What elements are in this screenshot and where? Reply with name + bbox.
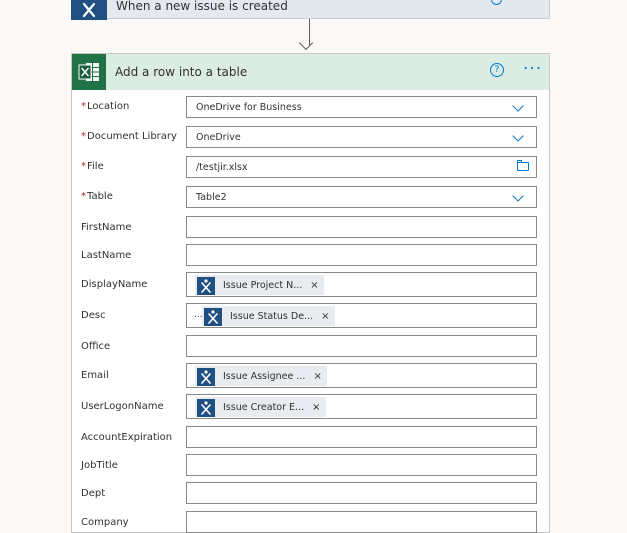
action-title: Add a row into a table (115, 65, 248, 79)
remove-token-icon[interactable]: × (310, 280, 318, 291)
jobtitle-input[interactable] (186, 454, 537, 476)
location-dropdown[interactable]: OneDrive for Business (186, 96, 537, 118)
token-label: Issue Assignee ... (223, 370, 306, 382)
field-label: *Location (81, 101, 130, 112)
trigger-card[interactable]: When a new issue is created ··· (71, 0, 550, 20)
jira-icon (197, 367, 215, 386)
action-header[interactable]: Add a row into a table ? ··· (72, 54, 549, 90)
help-icon[interactable]: ? (490, 63, 504, 77)
remove-token-icon[interactable]: × (321, 311, 329, 322)
field-label: Dept (81, 488, 106, 499)
field-label: *Document Library (81, 131, 177, 142)
field-label: Email (81, 370, 109, 381)
firstname-input[interactable] (186, 216, 537, 238)
field-label: Company (81, 517, 129, 528)
dynamic-content-token[interactable]: Issue Creator E... × (195, 397, 326, 417)
company-input[interactable] (186, 511, 537, 533)
desc-input[interactable]: ... Issue Status De... × (186, 303, 537, 328)
field-value: OneDrive (196, 132, 241, 143)
field-label: DisplayName (81, 279, 148, 290)
dynamic-content-token[interactable]: Issue Project N... × (195, 275, 324, 295)
field-label: JobTitle (81, 460, 118, 471)
remove-token-icon[interactable]: × (313, 371, 321, 382)
field-label: FirstName (81, 222, 132, 233)
dynamic-content-token[interactable]: Issue Status De... × (202, 306, 335, 326)
document-library-dropdown[interactable]: OneDrive (186, 126, 537, 148)
field-label: *File (81, 161, 104, 172)
accountexpiration-input[interactable] (186, 426, 537, 448)
chevron-down-icon[interactable] (512, 130, 524, 142)
more-options-icon[interactable]: ··· (523, 59, 542, 79)
lastname-input[interactable] (186, 244, 537, 266)
field-value: OneDrive for Business (196, 102, 302, 113)
dynamic-content-token[interactable]: Issue Assignee ... × (195, 366, 327, 386)
folder-icon[interactable] (517, 160, 529, 171)
field-label: LastName (81, 250, 132, 261)
displayname-input[interactable]: Issue Project N... × (186, 272, 537, 297)
chevron-down-icon[interactable] (512, 190, 524, 202)
jira-icon (71, 0, 107, 20)
email-input[interactable]: Issue Assignee ... × (186, 363, 537, 388)
office-input[interactable] (186, 335, 537, 357)
excel-icon (72, 54, 106, 90)
action-card: Add a row into a table ? ··· *Location O… (71, 53, 550, 533)
token-label: Issue Project N... (223, 279, 303, 291)
dept-input[interactable] (186, 482, 537, 504)
trigger-title: When a new issue is created (116, 0, 288, 13)
userlogonname-input[interactable]: Issue Creator E... × , (186, 394, 537, 419)
jira-icon (197, 398, 215, 417)
jira-icon (204, 307, 222, 326)
field-label: *Table (81, 191, 113, 202)
field-label: Office (81, 341, 111, 352)
field-value: Table2 (196, 192, 227, 203)
field-label: AccountExpiration (81, 432, 173, 443)
file-input[interactable]: /testjir.xlsx (186, 156, 537, 178)
text-suffix: , (314, 401, 317, 411)
chevron-down-icon[interactable] (512, 100, 524, 112)
trigger-more-icon[interactable]: ··· (522, 0, 540, 4)
jira-icon (197, 276, 215, 295)
trigger-help-icon[interactable] (491, 0, 502, 5)
table-dropdown[interactable]: Table2 (186, 186, 537, 208)
field-value: /testjir.xlsx (196, 162, 248, 173)
arrow-down-icon (298, 35, 314, 51)
field-label: Desc (81, 310, 106, 321)
token-label: Issue Creator E... (223, 401, 305, 413)
field-label: UserLogonName (81, 401, 164, 412)
token-label: Issue Status De... (230, 310, 314, 322)
